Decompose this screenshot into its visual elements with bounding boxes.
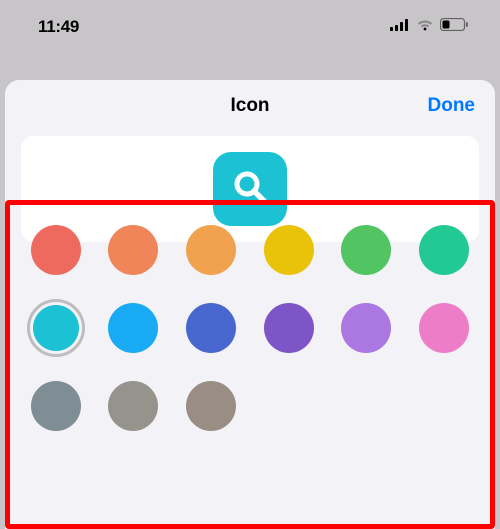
swatch-fill	[31, 381, 81, 431]
swatch-fill	[419, 225, 469, 275]
color-swatch-mint[interactable]	[415, 221, 473, 279]
color-swatch-red[interactable]	[27, 221, 85, 279]
color-palette	[24, 221, 476, 435]
status-time: 11:49	[38, 17, 79, 37]
swatch-fill	[108, 381, 158, 431]
color-swatch-slate[interactable]	[27, 377, 85, 435]
swatch-fill	[108, 225, 158, 275]
swatch-fill	[186, 303, 236, 353]
swatch-fill	[186, 225, 236, 275]
swatch-fill	[264, 303, 314, 353]
color-swatch-orange[interactable]	[104, 221, 162, 279]
swatch-fill	[33, 305, 79, 351]
swatch-fill	[264, 225, 314, 275]
swatch-fill	[341, 225, 391, 275]
color-swatch-sky-blue[interactable]	[104, 299, 162, 357]
battery-icon	[440, 18, 468, 36]
cellular-signal-icon	[390, 18, 410, 36]
done-button[interactable]: Done	[428, 95, 476, 117]
color-swatch-pink[interactable]	[415, 299, 473, 357]
color-swatch-lavender[interactable]	[337, 299, 395, 357]
status-bar: 11:49	[0, 0, 500, 54]
swatch-fill	[341, 303, 391, 353]
status-icons	[390, 18, 468, 36]
color-swatch-green[interactable]	[337, 221, 395, 279]
swatch-fill	[31, 225, 81, 275]
wifi-icon	[416, 18, 434, 36]
color-swatch-teal[interactable]	[27, 299, 85, 357]
color-swatch-indigo[interactable]	[182, 299, 240, 357]
color-palette-highlight	[5, 200, 495, 529]
color-swatch-yellow[interactable]	[260, 221, 318, 279]
swatch-fill	[186, 381, 236, 431]
sheet-header: Icon Done	[5, 80, 495, 132]
color-swatch-taupe[interactable]	[182, 377, 240, 435]
swatch-fill	[419, 303, 469, 353]
color-swatch-light-orange[interactable]	[182, 221, 240, 279]
color-swatch-grey[interactable]	[104, 377, 162, 435]
swatch-fill	[108, 303, 158, 353]
sheet-title: Icon	[230, 95, 269, 117]
color-swatch-purple[interactable]	[260, 299, 318, 357]
